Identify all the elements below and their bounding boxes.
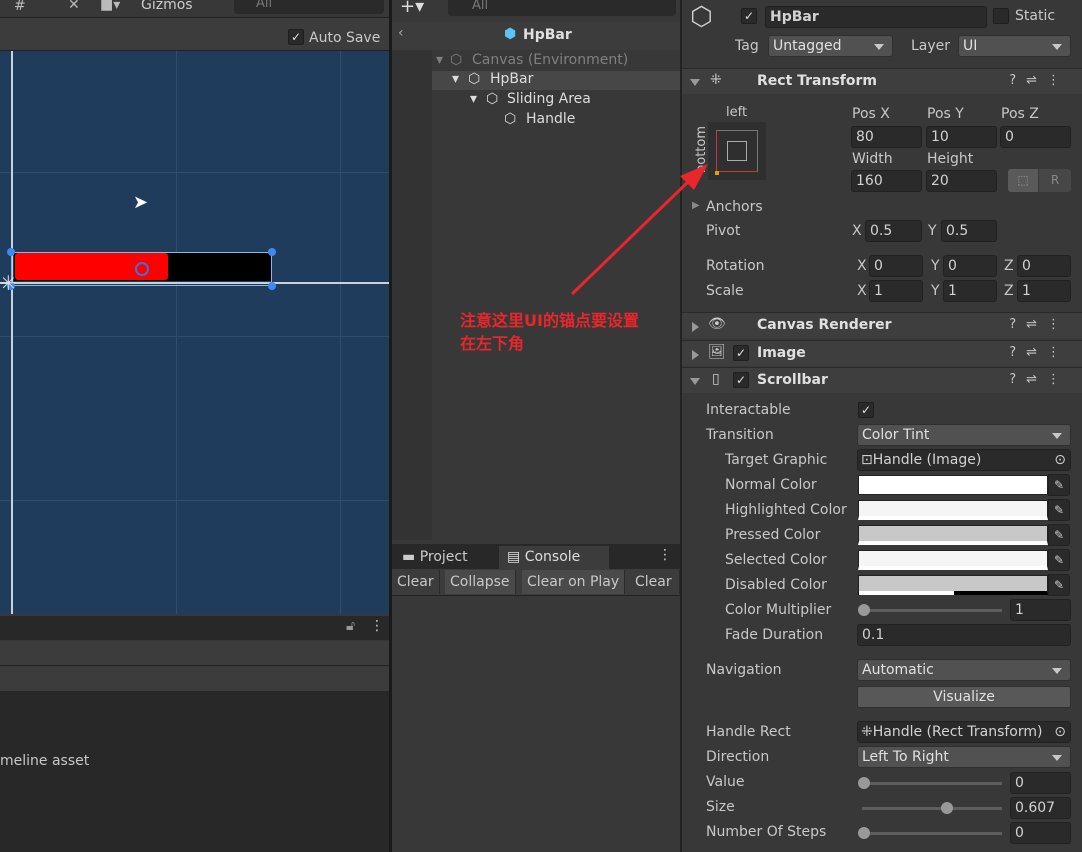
annotation-arrow [570,164,708,296]
annotation-line: 注意这里UI的锚点要设置 [460,311,639,330]
annotation-line: 在左下角 [460,334,525,353]
arrow-shaft [570,178,692,296]
annotation-text: 注意这里UI的锚点要设置 在左下角 [460,309,639,355]
